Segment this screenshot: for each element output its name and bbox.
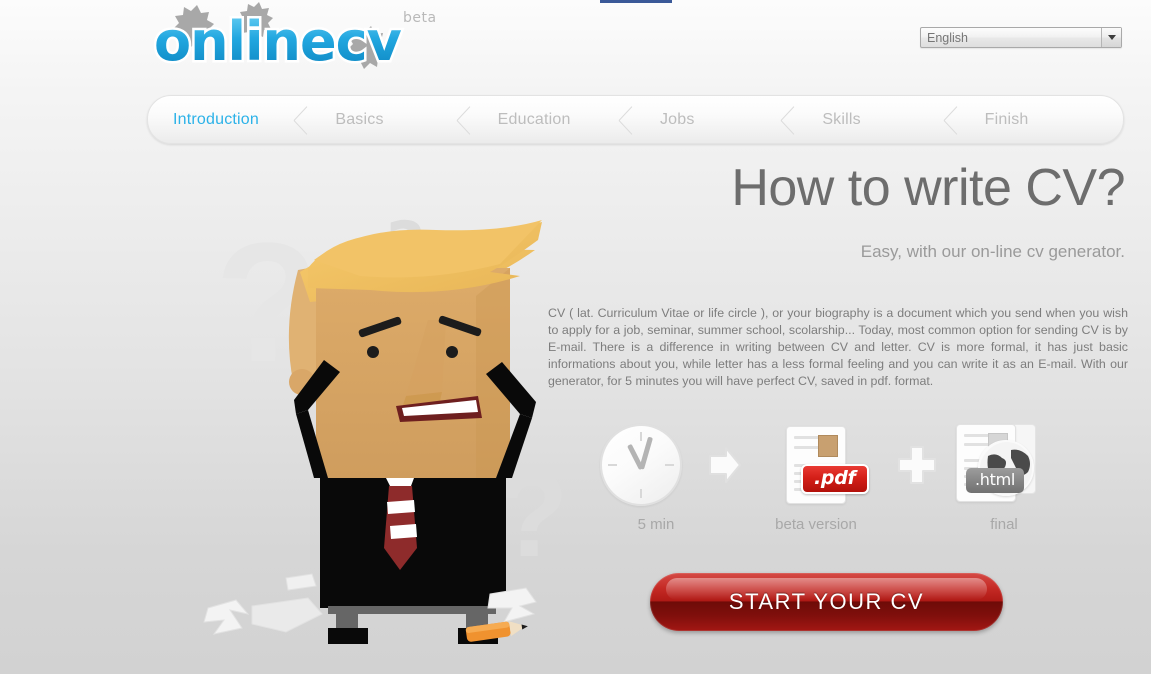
page-subtitle: Easy, with our on-line cv generator. bbox=[860, 242, 1125, 261]
wizard-step-label: Education bbox=[497, 110, 571, 128]
chevron-down-icon[interactable] bbox=[1101, 28, 1121, 47]
wizard-step-jobs[interactable]: Jobs bbox=[636, 96, 798, 143]
wizard-step-label: Skills bbox=[822, 110, 861, 128]
wizard-step-introduction[interactable]: Introduction bbox=[148, 96, 311, 143]
language-select[interactable]: English bbox=[920, 27, 1122, 48]
step-chevron-icon bbox=[615, 109, 637, 131]
pdf-badge: .pdf bbox=[801, 464, 869, 494]
beta-label: beta bbox=[403, 10, 437, 26]
plus-icon bbox=[896, 444, 938, 486]
wizard-step-nav: Introduction Basics Education Jobs Skill… bbox=[147, 95, 1124, 144]
step-chevron-icon bbox=[453, 109, 475, 131]
process-steps-row: 5 min .pdf beta version .html final bbox=[596, 424, 1066, 539]
start-your-cv-label: START YOUR CV bbox=[728, 589, 925, 614]
wizard-step-label: Finish bbox=[984, 110, 1029, 128]
step-caption: final bbox=[990, 516, 1018, 533]
clock-icon bbox=[600, 424, 682, 506]
wizard-step-education[interactable]: Education bbox=[474, 96, 636, 143]
intro-paragraph: CV ( lat. Curriculum Vitae or life circl… bbox=[548, 306, 1128, 388]
wizard-step-skills[interactable]: Skills bbox=[798, 96, 960, 143]
step-caption: beta version bbox=[775, 516, 857, 533]
frustrated-businessman-illustration: ? bbox=[190, 208, 610, 650]
step-caption: 5 min bbox=[637, 516, 675, 533]
page-title: How to write CV? bbox=[731, 159, 1125, 217]
wizard-step-label: Jobs bbox=[659, 110, 695, 128]
wizard-step-label: Basics bbox=[335, 110, 384, 128]
start-your-cv-button[interactable]: START YOUR CV bbox=[650, 573, 1003, 631]
svg-text:onlinecv: onlinecv bbox=[154, 10, 402, 73]
wizard-step-finish[interactable]: Finish bbox=[961, 96, 1123, 143]
wizard-step-label: Introduction bbox=[173, 110, 260, 128]
step-chevron-icon bbox=[290, 109, 312, 131]
language-select-value: English bbox=[927, 30, 968, 45]
html-badge: .html bbox=[966, 468, 1025, 493]
step-chevron-icon bbox=[777, 109, 799, 131]
step-chevron-icon bbox=[940, 109, 962, 131]
wizard-step-basics[interactable]: Basics bbox=[311, 96, 473, 143]
arrow-right-icon bbox=[708, 446, 742, 484]
clipped-social-button-bar[interactable] bbox=[600, 0, 672, 3]
document-photo-thumbnail bbox=[818, 435, 838, 457]
